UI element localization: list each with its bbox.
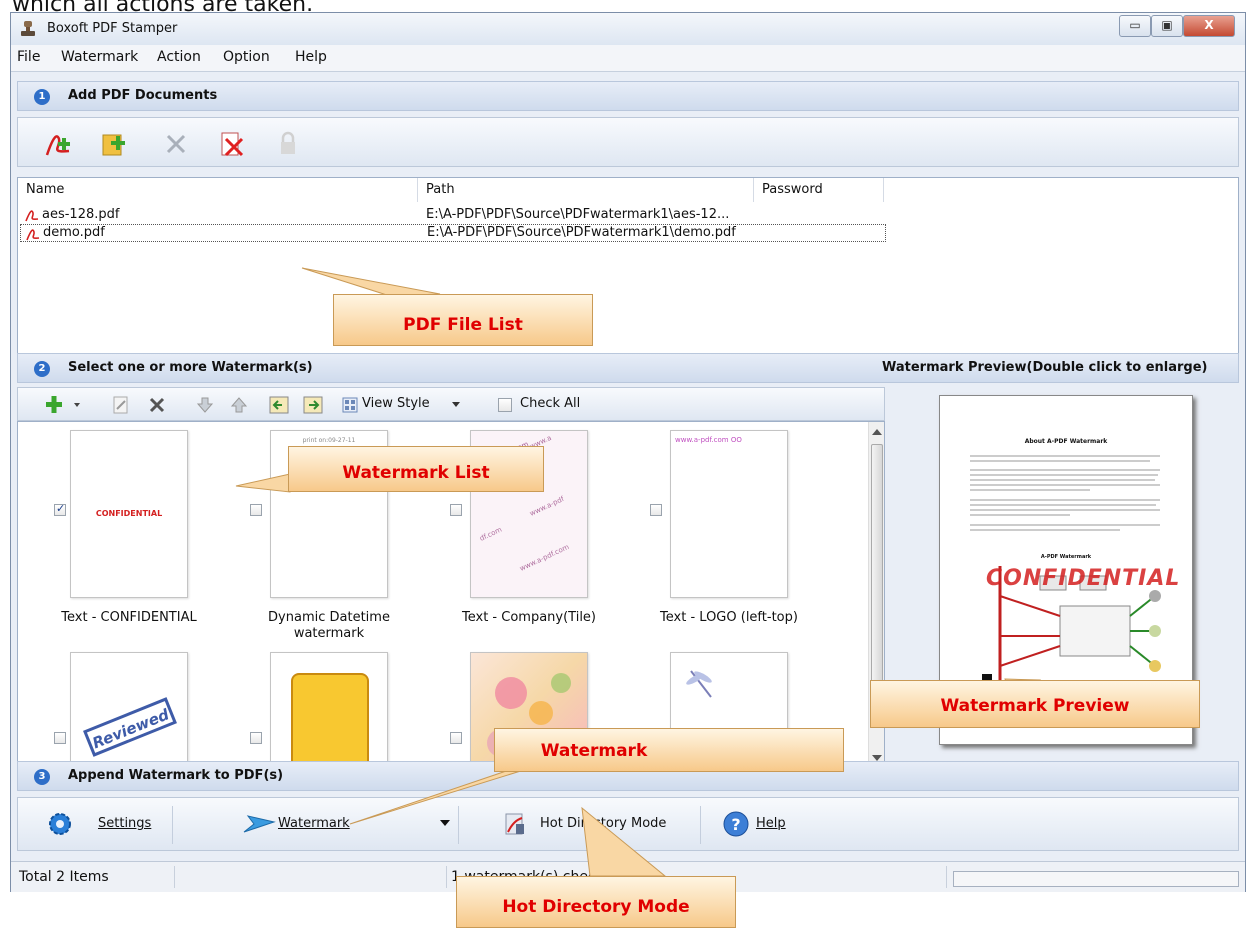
- callout-hot-directory: Hot Directory Mode: [456, 876, 736, 928]
- callout-watermark-preview: Watermark Preview: [870, 680, 1200, 728]
- callout-tails: [235, 267, 1041, 877]
- callout-watermark-list: Watermark List: [288, 446, 544, 492]
- callout-pdf-file-list: PDF File List: [333, 294, 593, 346]
- callout-watermark: Watermark: [494, 728, 844, 772]
